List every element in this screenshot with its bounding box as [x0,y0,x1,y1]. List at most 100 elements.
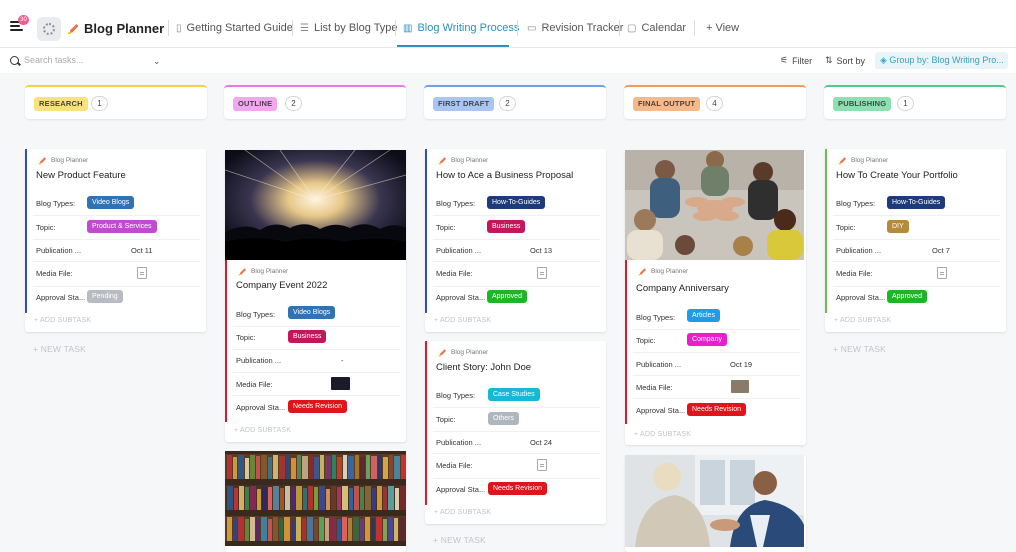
card-title[interactable]: New Product Feature [36,170,126,181]
card-title[interactable]: How to Ace a Business Proposal [436,170,573,181]
field-label: Publication ... [36,246,82,255]
field-label: Media File: [436,461,473,470]
approval-tag[interactable]: Approved [487,290,527,303]
divider [33,239,200,240]
new-task-button[interactable]: + NEW TASK [33,344,86,354]
field-label: Approval Sta... [836,293,886,302]
field-label: Approval Sta... [36,293,86,302]
group-by-button[interactable]: ◈ Group by: Blog Writing Pro... [875,52,1008,69]
column-header-final-output[interactable]: FINAL OUTPUT 4 [624,85,806,119]
publication-date[interactable]: - [341,356,344,365]
cover-image [225,150,406,260]
publication-date[interactable]: Oct 7 [932,246,950,255]
divider [433,478,600,479]
card-title[interactable]: Company Event 2022 [236,280,327,291]
blog-type-tag[interactable]: Video Blogs [288,306,336,319]
blog-type-tag[interactable]: Case Studies [488,388,540,401]
publication-date[interactable]: Oct 19 [730,360,752,369]
blog-type-tag[interactable]: Video Blogs [87,196,135,209]
sort-icon: ⇅ [825,55,833,65]
field-label: Topic: [36,223,56,232]
field-label: Media File: [36,269,73,278]
breadcrumb[interactable]: Blog Planner [68,21,164,36]
file-icon[interactable] [137,267,147,279]
topic-tag[interactable]: Business [487,220,526,233]
field-label: Publication ... [236,356,282,365]
column-header-research[interactable]: RESEARCH 1 [25,85,207,119]
sort-button[interactable]: ⇅ Sort by [825,55,865,66]
file-icon[interactable] [537,459,547,471]
add-subtask-button[interactable]: + ADD SUBTASK [34,317,91,324]
field-label: Blog Types: [436,391,476,400]
file-icon[interactable] [937,267,947,279]
cover-image [625,150,804,260]
search-input[interactable]: Search tasks... [10,55,84,65]
publication-date[interactable]: Oct 24 [530,438,552,447]
new-task-button[interactable]: + NEW TASK [833,344,886,354]
task-card[interactable]: Blog Planner How to Ace a Business Propo… [425,149,606,332]
approval-tag[interactable]: Needs Revision [687,403,747,416]
divider [233,326,400,327]
publication-date[interactable]: Oct 11 [131,246,153,255]
card-list-label: Blog Planner [437,347,488,358]
new-task-button[interactable]: + NEW TASK [433,535,486,545]
divider [33,261,200,262]
divider [233,395,400,396]
column-header-first-draft[interactable]: FIRST DRAFT 2 [424,85,606,119]
space-icon[interactable] [37,17,61,41]
pencil-icon [638,268,647,276]
tab-calendar[interactable]: ▢ Calendar [627,22,686,34]
approval-tag[interactable]: Needs Revision [488,482,548,495]
approval-tag[interactable]: Approved [887,290,927,303]
cover-image [225,451,406,546]
blog-type-tag[interactable]: How-To-Guides [487,196,546,209]
tab-list-by-blog-type[interactable]: ☰ List by Blog Type [300,22,398,34]
media-thumbnail[interactable] [731,380,749,393]
card-title[interactable]: How To Create Your Portfolio [836,170,958,181]
file-icon[interactable] [537,267,547,279]
task-card[interactable] [625,455,806,552]
add-view-button[interactable]: + View [706,22,739,34]
card-list-label: Blog Planner [637,266,688,277]
divider [233,372,400,373]
approval-tag[interactable]: Pending [87,290,123,303]
tab-blog-writing-process[interactable]: ▥ Blog Writing Process [403,22,519,34]
divider [433,215,600,216]
topic-tag[interactable]: Company [687,333,727,346]
tab-getting-started[interactable]: ▯ Getting Started Guide [176,22,293,34]
task-card[interactable]: Blog Planner New Product Feature Blog Ty… [25,149,206,332]
media-thumbnail[interactable] [331,377,350,390]
add-subtask-button[interactable]: + ADD SUBTASK [834,317,891,324]
add-subtask-button[interactable]: + ADD SUBTASK [434,509,491,516]
publication-date[interactable]: Oct 13 [530,246,552,255]
column-header-publishing[interactable]: PUBLISHING 1 [824,85,1006,119]
chevron-down-icon[interactable]: ⌄ [153,56,161,67]
add-subtask-button[interactable]: + ADD SUBTASK [634,431,691,438]
approval-tag[interactable]: Needs Revision [288,400,348,413]
task-card[interactable]: Blog Planner Company Anniversary Blog Ty… [625,150,806,445]
add-subtask-button[interactable]: + ADD SUBTASK [434,317,491,324]
field-label: Publication ... [836,246,882,255]
add-subtask-button[interactable]: + ADD SUBTASK [234,427,291,434]
blog-type-tag[interactable]: Articles [687,309,720,322]
filter-button[interactable]: ⚟ Filter [780,55,812,66]
field-label: Blog Types: [836,199,876,208]
topic-tag[interactable]: Others [488,412,520,425]
column-header-outline[interactable]: OUTLINE 2 [224,85,406,119]
count-badge: 1 [91,96,108,111]
blog-type-tag[interactable]: How-To-Guides [887,196,946,209]
divider [633,375,800,376]
divider [633,352,800,353]
topic-tag[interactable]: DIY [887,220,909,233]
field-label: Approval Sta... [236,403,286,412]
task-card[interactable]: Blog Planner How To Create Your Portfoli… [825,149,1006,332]
card-title[interactable]: Client Story: John Doe [436,362,531,373]
task-card[interactable]: Blog Planner Client Story: John Doe Blog… [425,341,606,524]
list-icon: ☰ [300,22,309,34]
card-title[interactable]: Company Anniversary [636,283,729,294]
task-card[interactable]: Blog Planner Company Event 2022 Blog Typ… [225,150,406,442]
task-card[interactable] [225,451,406,552]
topic-tag[interactable]: Product & Services [87,220,157,233]
tab-revision-tracker[interactable]: ▭ Revision Tracker [527,22,623,34]
topic-tag[interactable]: Business [288,330,327,343]
